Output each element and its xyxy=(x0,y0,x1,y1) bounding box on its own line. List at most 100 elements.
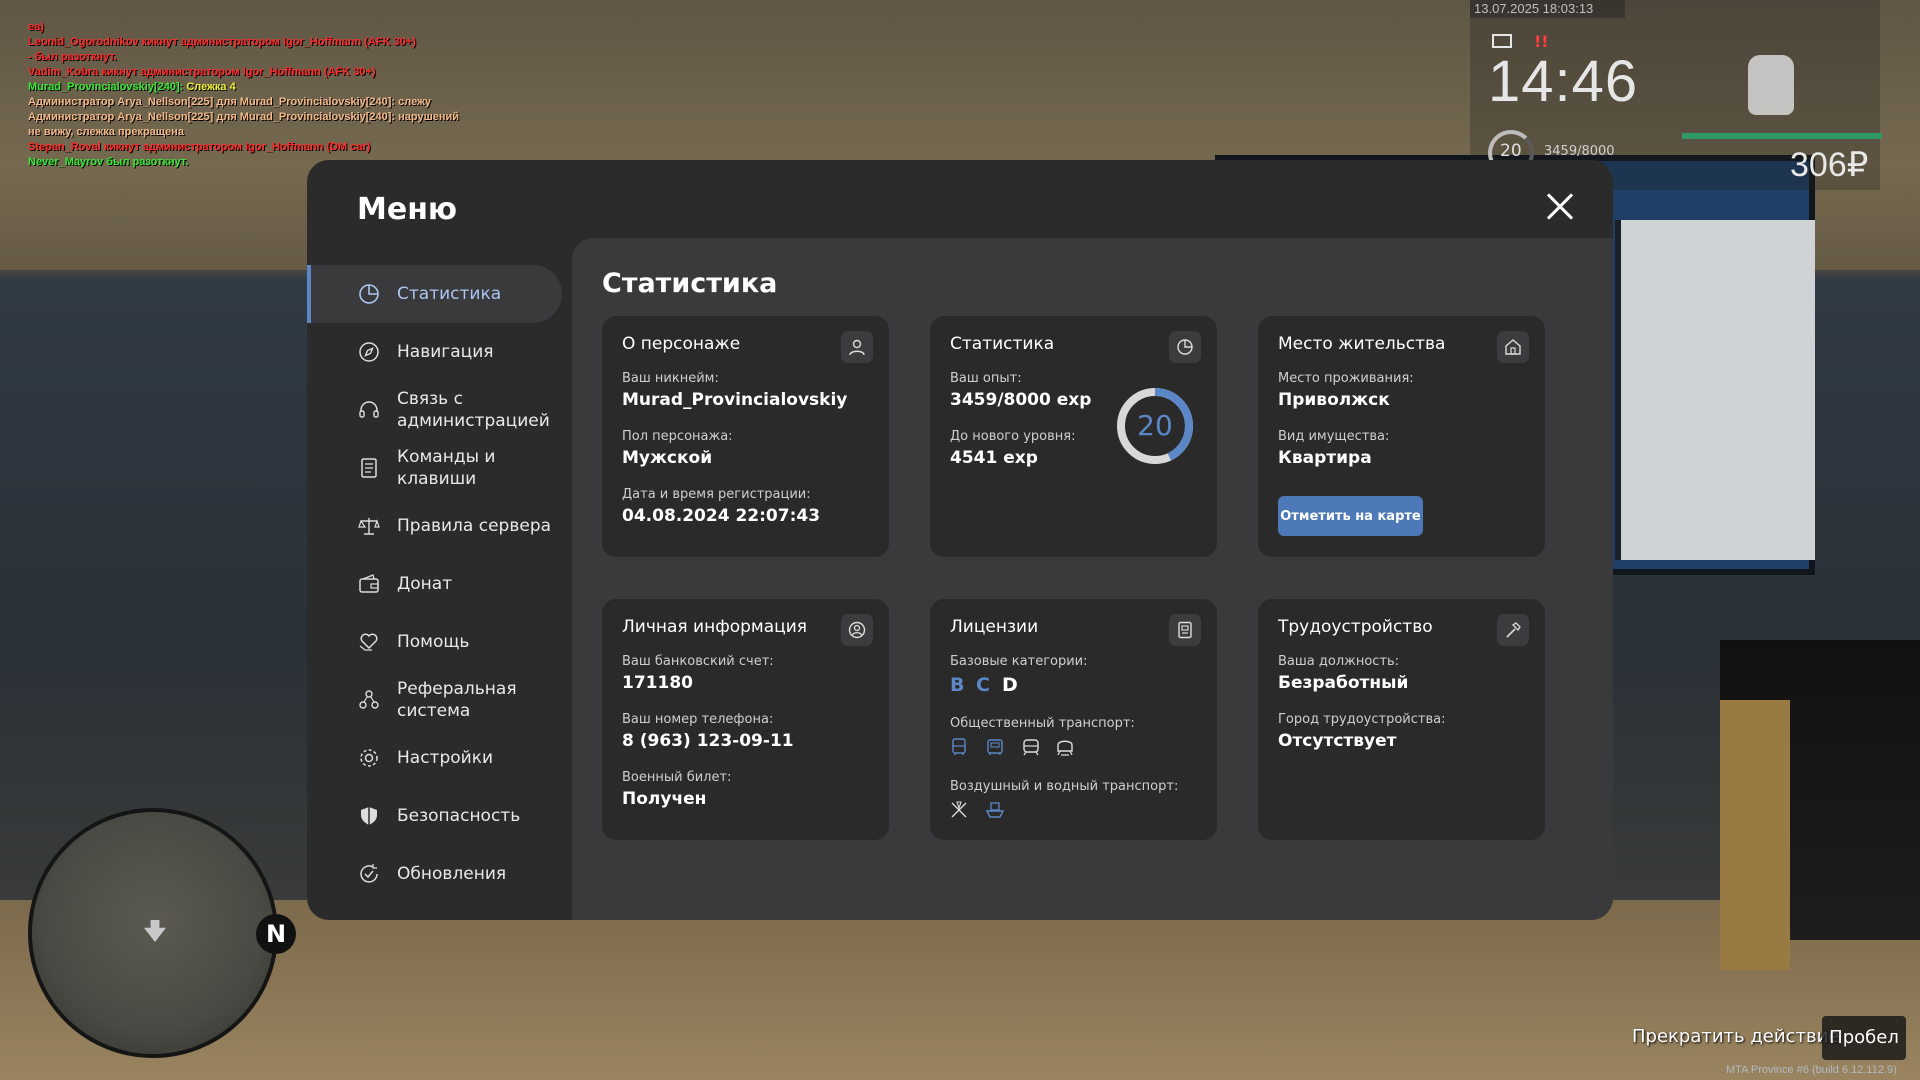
exp-label: Ваш опыт: xyxy=(950,371,1022,386)
user-icon xyxy=(841,331,873,363)
employment-city-label: Город трудоустройства: xyxy=(1278,712,1446,727)
bank-label: Ваш банковский счет: xyxy=(622,654,774,669)
mail-icon xyxy=(1492,34,1512,48)
headset-icon xyxy=(357,398,381,422)
mark-on-map-button[interactable]: Отметить на карте xyxy=(1278,496,1423,536)
house-icon xyxy=(1497,331,1529,363)
sidebar-item-label: Реферальная система xyxy=(397,679,517,721)
military-label: Военный билет: xyxy=(622,770,732,785)
tram-icon xyxy=(1020,736,1042,758)
position-label: Ваша должность: xyxy=(1278,654,1400,669)
chat-line: Администратор Arya_Nellson[225] для Mura… xyxy=(28,111,460,123)
sidebar-item-label: Настройки xyxy=(397,748,494,768)
airplane-icon xyxy=(948,799,970,821)
heart-hand-icon xyxy=(357,630,381,654)
wallet-icon xyxy=(357,572,381,596)
pie-chart-icon xyxy=(357,282,381,306)
card-character: О персонаже Ваш никнейм: Murad_Provincia… xyxy=(602,316,889,557)
card-licenses: Лицензии Базовые категории: B C D Общест… xyxy=(930,599,1217,840)
next-level-value: 4541 exp xyxy=(950,448,1038,468)
boat-icon xyxy=(984,799,1006,821)
phone-label: Ваш номер телефона: xyxy=(622,712,774,727)
chat-line: Vadim_Kobra кикнут администратором Igor_… xyxy=(28,66,376,78)
chat-line: Murad_Provincialovskiy[240]: Слежка 4 xyxy=(28,80,548,95)
nickname-label: Ваш никнейм: xyxy=(622,371,719,386)
sidebar-item-commands[interactable]: Команды и клавиши xyxy=(307,439,562,497)
close-button[interactable] xyxy=(1545,192,1575,222)
sidebar-item-security[interactable]: Безопасность xyxy=(307,787,562,845)
fist-weapon-icon xyxy=(1748,55,1794,115)
clock-pie-icon xyxy=(1169,331,1201,363)
sidebar-item-updates[interactable]: Обновления xyxy=(307,845,562,903)
card-title: Место жительства xyxy=(1278,334,1446,354)
stop-action-prompt: Прекратить действие xyxy=(1632,1026,1840,1047)
license-document-icon xyxy=(1169,614,1201,646)
card-title: Лицензии xyxy=(950,617,1039,637)
chat-message: Слежка 4 xyxy=(183,81,236,93)
next-level-label: До нового уровня: xyxy=(950,429,1076,444)
category-b: B xyxy=(950,674,965,696)
residence-value: Приволжск xyxy=(1278,390,1390,410)
card-residence: Место жительства Место проживания: Приво… xyxy=(1258,316,1545,557)
hud-datetime: 13.07.2025 18:03:13 xyxy=(1470,0,1625,18)
sidebar-item-help[interactable]: Помощь xyxy=(307,613,562,671)
sidebar-item-label: Навигация xyxy=(397,342,494,362)
trolleybus-icon xyxy=(984,736,1006,758)
position-value: Безработный xyxy=(1278,673,1409,693)
gender-value: Мужской xyxy=(622,448,713,468)
public-transport-label: Общественный транспорт: xyxy=(950,716,1135,731)
sidebar-item-label: Связь с администрацией xyxy=(397,389,550,431)
hud-health-bar xyxy=(1682,133,1882,139)
bus-icon xyxy=(948,736,970,758)
chat-line: - был разоткнут. xyxy=(28,51,117,63)
military-value: Получен xyxy=(622,789,707,809)
chat-log: ea) Leonid_Ogorodnikov кикнут администра… xyxy=(28,20,548,170)
sidebar-item-navigation[interactable]: Навигация xyxy=(307,323,562,381)
sidebar-item-donate[interactable]: Донат xyxy=(307,555,562,613)
air-water-transport-label: Воздушный и водный транспорт: xyxy=(950,779,1179,794)
sidebar-item-rules[interactable]: Правила сервера xyxy=(307,497,562,555)
content-area: Статистика О персонаже Ваш никнейм: Mura… xyxy=(572,238,1613,920)
chat-line: Leonid_Ogorodnikov кикнут администраторо… xyxy=(28,36,416,48)
background-posters xyxy=(1615,220,1815,560)
sidebar-item-label: Безопасность xyxy=(397,806,521,826)
sidebar-item-referral[interactable]: Реферальная система xyxy=(307,671,562,729)
compass-icon xyxy=(357,340,381,364)
sidebar-item-label: Донат xyxy=(397,574,453,594)
hud-clock: 14:46 xyxy=(1488,49,1639,114)
menu-title: Меню xyxy=(357,192,458,227)
menu-panel: Меню Статистика Навигация Связь с админи… xyxy=(307,160,1613,920)
card-employment: Трудоустройство Ваша должность: Безработ… xyxy=(1258,599,1545,840)
card-statistics: Статистика Ваш опыт: 3459/8000 exp До но… xyxy=(930,316,1217,557)
card-title: Трудоустройство xyxy=(1278,617,1433,637)
space-key-hint[interactable]: Пробел xyxy=(1822,1016,1906,1060)
sidebar-item-label: Команды и клавиши xyxy=(397,447,496,489)
hammer-icon xyxy=(1497,614,1529,646)
chat-player-name: Murad_Provincialovskiy[240]: xyxy=(28,81,184,93)
background-bench-wood xyxy=(1720,700,1790,970)
category-d: D xyxy=(1002,674,1018,696)
hud-exp: 3459/8000 xyxy=(1544,144,1615,159)
level-value: 20 xyxy=(1137,409,1173,442)
hud-money: 306₽ xyxy=(1790,146,1869,184)
residence-label: Место проживания: xyxy=(1278,371,1414,386)
gear-icon xyxy=(357,746,381,770)
chat-line: не вижу, слежка прекращена xyxy=(28,126,184,138)
gender-label: Пол персонажа: xyxy=(622,429,733,444)
card-title: Личная информация xyxy=(622,617,808,637)
sidebar-item-admin-contact[interactable]: Связь с администрацией xyxy=(307,381,562,439)
sidebar-item-label: Помощь xyxy=(397,632,470,652)
card-title: О персонаже xyxy=(622,334,741,354)
sidebar-item-statistics[interactable]: Статистика xyxy=(307,265,562,323)
hud-level: 20 xyxy=(1500,141,1522,161)
employment-city-value: Отсутствует xyxy=(1278,731,1397,751)
sidebar-item-label: Статистика xyxy=(397,284,502,304)
sidebar-item-settings[interactable]: Настройки xyxy=(307,729,562,787)
section-title: Статистика xyxy=(602,268,778,299)
chat-line: Stepan_Roval кикнут администратором Igor… xyxy=(28,141,371,153)
category-c: C xyxy=(976,674,990,696)
chat-line: Администратор Arya_Nellson[225] для Mura… xyxy=(28,96,431,108)
chat-line: ea) xyxy=(28,21,44,33)
phone-value: 8 (963) 123-09-11 xyxy=(622,731,794,751)
registration-label: Дата и время регистрации: xyxy=(622,487,811,502)
